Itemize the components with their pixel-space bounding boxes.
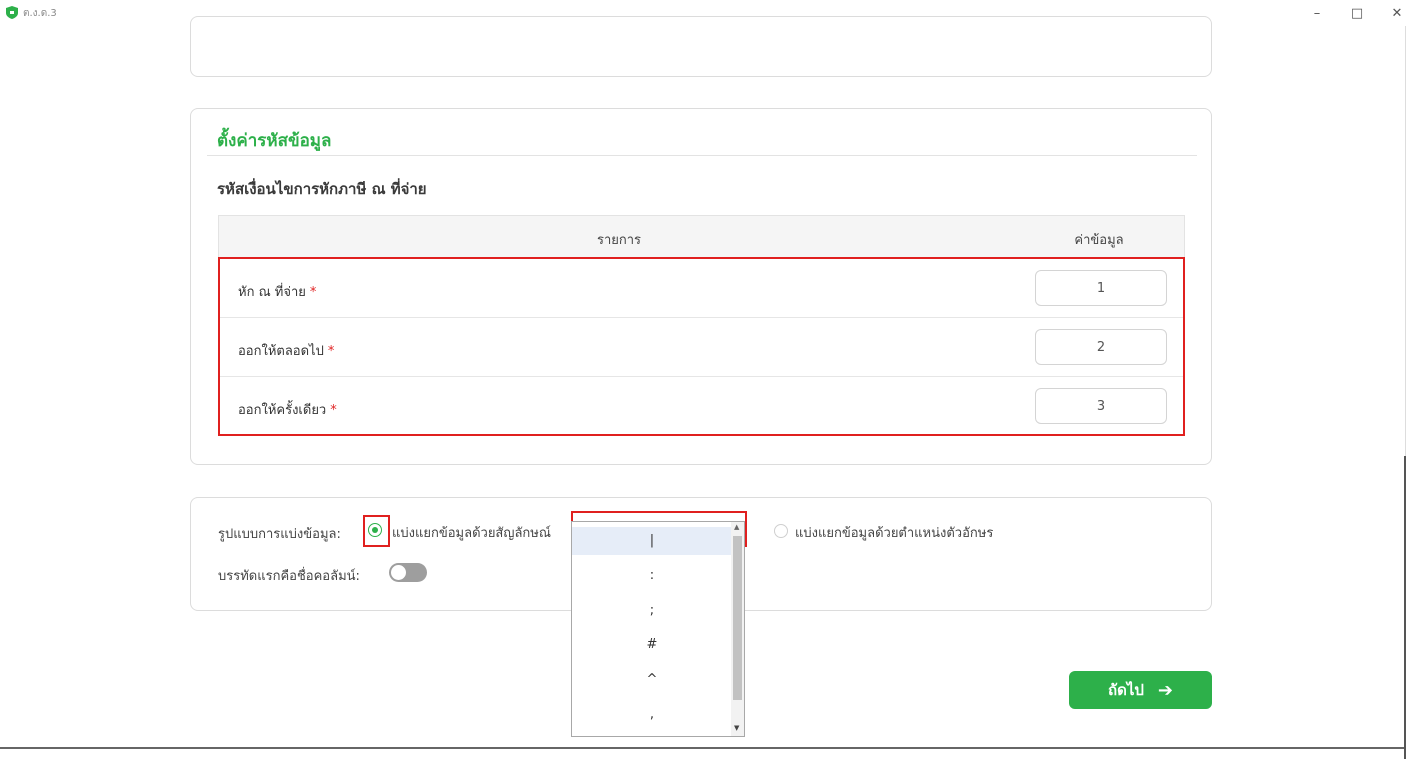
- table-row: หัก ณ ที่จ่าย *: [220, 259, 1183, 318]
- section-title: ตั้งค่ารหัสข้อมูล: [217, 131, 332, 151]
- radio-split-by-position[interactable]: [774, 524, 788, 538]
- dropdown-option[interactable]: #: [572, 631, 732, 659]
- dropdown-option[interactable]: ,: [572, 701, 732, 729]
- delimiter-dropdown-list: | : ; # ^ , ▲ ▼: [571, 521, 745, 737]
- window-title: ต.ง.ด.3: [23, 8, 57, 19]
- row-label: ออกให้ครั้งเดียว *: [238, 403, 337, 418]
- radio-split-by-symbol[interactable]: [368, 523, 382, 537]
- next-button-label: ถัดไป: [1108, 681, 1144, 699]
- header-row-toggle[interactable]: [389, 563, 427, 582]
- table-row: ออกให้ตลอดไป *: [220, 318, 1183, 377]
- radio-label-position[interactable]: แบ่งแยกข้อมูลด้วยตำแหน่งตัวอักษร: [795, 522, 993, 543]
- dropdown-option[interactable]: :: [572, 562, 732, 590]
- previous-card: [190, 16, 1212, 77]
- dropdown-option[interactable]: |: [572, 527, 732, 555]
- table-header: รายการ ค่าข้อมูล: [218, 215, 1185, 257]
- split-format-label: รูปแบบการแบ่งข้อมูล:: [218, 527, 341, 542]
- toggle-knob: [391, 565, 406, 580]
- arrow-right-icon: ➔: [1157, 679, 1173, 701]
- row-label: ออกให้ตลอดไป *: [238, 344, 335, 359]
- dropdown-option[interactable]: ^: [572, 666, 732, 694]
- minimize-button[interactable]: –: [1302, 2, 1332, 24]
- table-body: หัก ณ ที่จ่าย* ออกให้ตลอดไป* ออกให้ครั้ง…: [218, 257, 1185, 436]
- code-value-input[interactable]: [1035, 388, 1167, 424]
- radio-label-symbol[interactable]: แบ่งแยกข้อมูลด้วยสัญลักษณ์: [392, 522, 551, 543]
- required-marker: *: [330, 403, 337, 418]
- table-row: ออกให้ครั้งเดียว *: [220, 377, 1183, 434]
- scroll-up-icon[interactable]: ▲: [734, 523, 739, 531]
- scrollbar[interactable]: [1404, 456, 1406, 759]
- scrollbar-thumb[interactable]: [733, 536, 742, 700]
- required-marker: *: [327, 344, 335, 359]
- maximize-button[interactable]: □: [1342, 2, 1372, 24]
- dropdown-scrollbar[interactable]: ▲ ▼: [731, 522, 744, 736]
- header-row-label: บรรทัดแรกคือชื่อคอลัมน์:: [218, 569, 360, 584]
- code-table: รายการ ค่าข้อมูล หัก ณ ที่จ่าย* ออกให้ตล…: [218, 215, 1185, 436]
- dropdown-option[interactable]: ;: [572, 597, 732, 625]
- scroll-down-icon[interactable]: ▼: [734, 724, 739, 732]
- column-header-item: รายการ: [596, 233, 642, 248]
- sub-title: รหัสเงื่อนไขการหักภาษี ณ ที่จ่าย: [217, 180, 427, 198]
- row-label: หัก ณ ที่จ่าย *: [238, 285, 317, 300]
- close-button[interactable]: ✕: [1382, 2, 1412, 24]
- code-settings-card: ตั้งค่ารหัสข้อมูล รหัสเงื่อนไขการหักภาษี…: [190, 108, 1212, 465]
- next-button[interactable]: ถัดไป ➔: [1069, 671, 1212, 709]
- code-value-input[interactable]: [1035, 329, 1167, 365]
- required-marker: *: [309, 285, 317, 300]
- shield-icon: [6, 6, 18, 19]
- code-value-input[interactable]: [1035, 270, 1167, 306]
- column-header-value: ค่าข้อมูล: [1074, 233, 1124, 248]
- divider: [207, 155, 1197, 156]
